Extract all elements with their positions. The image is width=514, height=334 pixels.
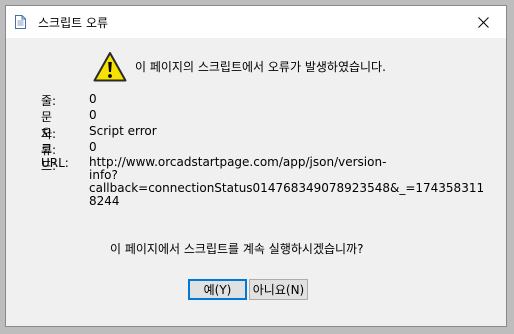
url-line-1: http://www.orcadstartpage.com/app/json/v…	[89, 155, 387, 182]
yes-button[interactable]: 예(Y)	[188, 279, 247, 300]
title-bar[interactable]: 스크립트 오류	[6, 6, 506, 38]
script-error-dialog: 스크립트 오류 이 페이지의 스크립트에서 오류가 발생하였습니다. 줄: 0 …	[5, 5, 507, 327]
line-label: 줄:	[41, 94, 57, 108]
code-value: 0	[89, 140, 97, 154]
url-label: URL:	[41, 156, 69, 170]
document-icon	[15, 15, 26, 29]
url-value: http://www.orcadstartpage.com/app/json/v…	[89, 155, 485, 208]
no-button[interactable]: 아니요(N)	[249, 279, 308, 300]
close-button[interactable]	[460, 6, 506, 38]
warning-icon	[93, 52, 127, 82]
close-icon	[477, 16, 489, 28]
continue-question: 이 페이지에서 스크립트를 계속 실행하시겠습니까?	[110, 242, 364, 256]
error-headline: 이 페이지의 스크립트에서 오류가 발생하였습니다.	[135, 60, 386, 74]
char-value: 0	[89, 108, 97, 122]
window-title: 스크립트 오류	[38, 16, 109, 30]
url-line-2: callback=connectionStatus014768349078923…	[89, 181, 485, 195]
url-line-3: 8244	[89, 194, 120, 208]
error-value: Script error	[89, 124, 157, 138]
line-value: 0	[89, 92, 97, 106]
